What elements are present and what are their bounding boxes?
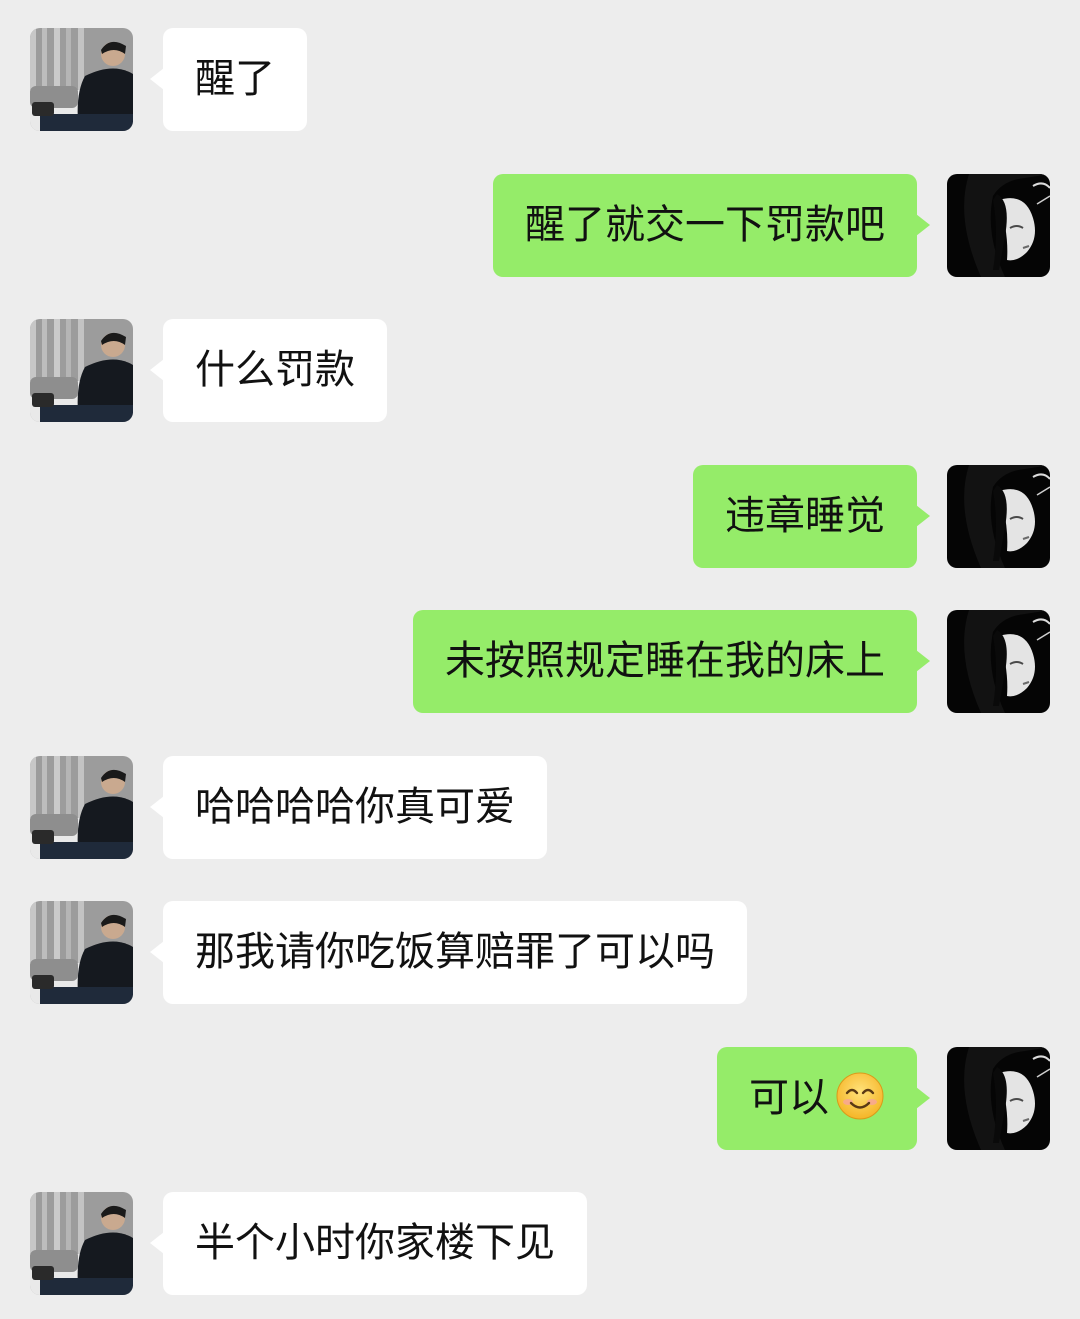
self-avatar[interactable] bbox=[947, 174, 1050, 277]
avatar-man-photo-icon bbox=[30, 1192, 133, 1295]
message-bubble[interactable]: 半个小时你家楼下见 bbox=[150, 1192, 587, 1295]
message-bubble[interactable]: 违章睡觉 bbox=[693, 465, 930, 568]
message-bubble[interactable]: 未按照规定睡在我的床上 bbox=[413, 610, 930, 713]
contact-avatar[interactable] bbox=[30, 756, 133, 859]
message-text: 可以 bbox=[749, 1075, 829, 1121]
message-bubble[interactable]: 可以 bbox=[717, 1047, 930, 1150]
avatar-anime-girl-icon bbox=[947, 1047, 1050, 1150]
message-row-incoming: 醒了 bbox=[0, 28, 1080, 132]
self-avatar[interactable] bbox=[947, 610, 1050, 713]
contact-avatar[interactable] bbox=[30, 319, 133, 422]
message-row-outgoing: 未按照规定睡在我的床上 bbox=[0, 610, 1080, 714]
avatar-man-photo-icon bbox=[30, 756, 133, 859]
chat-message-list: 醒了 醒了就交一下罚款吧 什么罚款 违章睡觉 未按照规定睡在我的床上 哈哈哈哈你… bbox=[0, 0, 1080, 1319]
avatar-man-photo-icon bbox=[30, 319, 133, 422]
contact-avatar[interactable] bbox=[30, 28, 133, 131]
avatar-anime-girl-icon bbox=[947, 610, 1050, 713]
message-bubble[interactable]: 那我请你吃饭算赔罪了可以吗 bbox=[150, 901, 747, 1004]
avatar-anime-girl-icon bbox=[947, 465, 1050, 568]
contact-avatar[interactable] bbox=[30, 901, 133, 1004]
smiling-face-emoji-icon bbox=[835, 1071, 885, 1121]
message-bubble[interactable]: 醒了就交一下罚款吧 bbox=[493, 174, 930, 277]
message-row-outgoing: 醒了就交一下罚款吧 bbox=[0, 174, 1080, 278]
message-row-incoming: 那我请你吃饭算赔罪了可以吗 bbox=[0, 901, 1080, 1005]
avatar-man-photo-icon bbox=[30, 901, 133, 1004]
message-row-incoming: 哈哈哈哈你真可爱 bbox=[0, 756, 1080, 860]
message-row-incoming: 什么罚款 bbox=[0, 319, 1080, 423]
avatar-anime-girl-icon bbox=[947, 174, 1050, 277]
message-row-incoming: 半个小时你家楼下见 bbox=[0, 1192, 1080, 1296]
contact-avatar[interactable] bbox=[30, 1192, 133, 1295]
self-avatar[interactable] bbox=[947, 1047, 1050, 1150]
message-bubble[interactable]: 醒了 bbox=[150, 28, 307, 131]
message-bubble[interactable]: 什么罚款 bbox=[150, 319, 387, 422]
message-row-outgoing: 可以 bbox=[0, 1047, 1080, 1151]
avatar-man-photo-icon bbox=[30, 28, 133, 131]
self-avatar[interactable] bbox=[947, 465, 1050, 568]
message-row-outgoing: 违章睡觉 bbox=[0, 465, 1080, 569]
message-bubble[interactable]: 哈哈哈哈你真可爱 bbox=[150, 756, 547, 859]
